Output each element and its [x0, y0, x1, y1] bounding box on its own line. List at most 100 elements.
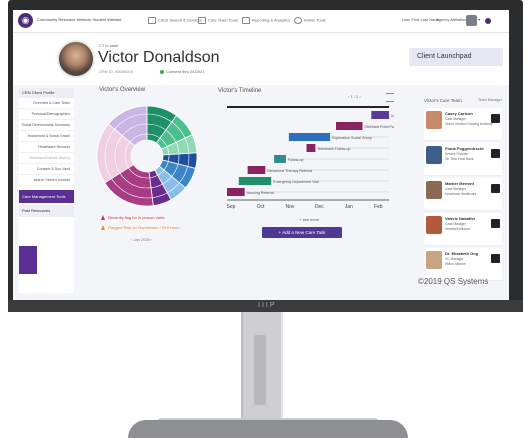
chevron-down-icon[interactable]: ▾	[478, 17, 480, 22]
message-icon[interactable]	[491, 114, 500, 123]
member-name: Casey Carlson	[445, 111, 473, 116]
search-icon	[148, 17, 156, 24]
warning-icon	[101, 225, 105, 231]
member-name: Dr. Elizabeth Ong	[445, 251, 479, 256]
nav-reporting[interactable]: Reporting & Analytics	[242, 17, 290, 24]
pie-center	[131, 140, 163, 172]
timeline-event-bar[interactable]	[306, 144, 316, 152]
sidebar-item-healthcare[interactable]: Healthcare Records	[19, 142, 74, 153]
timeline-event-label: Exploration Social Group	[332, 136, 372, 140]
member-avatar	[426, 146, 442, 164]
sidebar-item-search-records[interactable]: search Victor's records	[19, 175, 74, 186]
timeline-event-bar[interactable]	[238, 177, 272, 185]
add-care-task-button[interactable]: + Add a New Care Task	[262, 227, 342, 238]
sidebar-item-social-determinants[interactable]: Social Determinants Summary	[19, 120, 74, 131]
warning-icon	[101, 215, 105, 221]
alert-depression-risk[interactable]: Flagged Risk for Depression / Self Harm	[101, 225, 180, 231]
care-team-member[interactable]: Valerie Nadaffer Case Manager Heartwell Al…	[424, 213, 502, 246]
member-name: Marker Merrent	[445, 181, 474, 186]
client-launchpad-button[interactable]: Client Launchpad	[409, 48, 503, 66]
timeline-event-label: Outreach Food Pantry Visit	[364, 125, 394, 129]
timeline-month-label: Oct	[257, 204, 265, 210]
care-team-member[interactable]: Casey Carlson Case Manager Grand Junction …	[424, 108, 502, 141]
user-name[interactable]: User First Last Name	[402, 17, 440, 22]
care-team-manage-link[interactable]: Team Manager	[478, 98, 502, 102]
monitor-stand-slot	[254, 335, 266, 405]
status-dot-icon	[160, 69, 164, 74]
timeline-event-label: Telehealth Follow-up	[317, 147, 350, 151]
message-icon[interactable]	[491, 184, 500, 193]
sidebar-item-overview[interactable]: Overview & Care Team	[19, 98, 74, 109]
org-name: Community Resource Network Student Websi…	[37, 17, 122, 22]
member-org: Wilton Alliance	[445, 262, 466, 266]
care-team-panel: Victor's Care Team Team Manager Casey Ca…	[424, 98, 506, 281]
member-org: Grand Junction Housing Authority	[445, 122, 493, 126]
message-icon[interactable]	[491, 149, 500, 158]
member-role: GC Manager	[445, 257, 464, 261]
timeline-title: Victor's Timeline	[218, 88, 262, 94]
sidebar-item-personal[interactable]: Personal/Demographics	[19, 109, 74, 120]
alert-in-person-visit[interactable]: Recently flag for in person visits	[101, 215, 164, 221]
overview-pie-chart	[96, 105, 198, 207]
message-icon[interactable]	[491, 254, 500, 263]
timeline-month-label: Feb	[374, 204, 383, 210]
timeline-event-bar[interactable]	[335, 122, 363, 130]
timeline-pager[interactable]: ‹ 1 / 2 ›	[348, 94, 361, 99]
member-org: Uniontown Healthcare	[445, 192, 477, 196]
consent-status: Consent thru 04/2021	[160, 69, 204, 74]
timeline-month-label: Nov	[285, 204, 294, 210]
calendar-icon	[198, 17, 206, 24]
sidebar-care-management-tools[interactable]: Care Management Tools	[19, 190, 74, 203]
client-profile-sidebar: CRN Client Profile Overview & Care Team …	[19, 88, 74, 293]
agency-affiliation[interactable]: Agency Affiliation	[436, 17, 466, 22]
org-logo-icon[interactable]: ◉	[18, 13, 33, 28]
chart-icon	[242, 17, 250, 24]
timeline-event-label: Follow-up	[288, 158, 304, 162]
client-id: CRN ID: 00000003	[99, 69, 133, 74]
sidebar-item-behavioral[interactable]: Behavioral Health History	[19, 153, 74, 164]
timeline-header-bar	[227, 106, 389, 108]
timeline-event-bar[interactable]	[227, 188, 245, 196]
sidebar-item-household[interactable]: Household & Social Graph	[19, 131, 74, 142]
member-avatar	[426, 111, 442, 129]
overview-pager[interactable]: ‹ Jan 2020 ›	[131, 237, 152, 242]
member-name: Valerie Nadaffer	[445, 216, 476, 221]
nav-care-team-tools[interactable]: Care Team Tools	[198, 17, 238, 24]
timeline-event-label: Emergency Department Visit	[273, 180, 319, 184]
timeline-month-label: Jan	[345, 204, 353, 210]
care-team-member[interactable]: Frank Fuggendrecht Service Provider On Tim…	[424, 143, 502, 176]
member-avatar	[426, 251, 442, 269]
sidebar-accent-block	[19, 246, 37, 274]
message-icon[interactable]	[491, 219, 500, 228]
member-role: Service Provider	[445, 152, 469, 156]
member-avatar	[426, 181, 442, 199]
client-avatar	[57, 40, 95, 78]
member-role: Case Manager	[445, 117, 466, 121]
timeline-event-bar[interactable]	[288, 133, 331, 141]
timeline-month-label: Dec	[315, 204, 324, 210]
top-navigation-bar: ◉ Community Resource Network Student Web…	[13, 10, 509, 33]
timeline-event-label: Instructor Appointment	[391, 114, 394, 118]
client-ct-label: CT in state	[99, 43, 119, 48]
nav-client-search[interactable]: Client Search & Services	[148, 17, 202, 24]
gear-icon	[294, 17, 302, 24]
notification-icon[interactable]	[485, 18, 491, 24]
timeline-event-bar[interactable]	[274, 155, 286, 163]
user-avatar[interactable]	[466, 15, 477, 26]
timeline-see-more-link[interactable]: + see more	[299, 217, 319, 222]
sidebar-item-consent[interactable]: Consent & Doc Vault	[19, 164, 74, 175]
timeline-event-bar[interactable]	[371, 111, 389, 119]
sidebar-heading: CRN Client Profile	[19, 88, 74, 98]
client-header: CT in state Victor Donaldson CRN ID: 000…	[13, 33, 509, 85]
member-avatar	[426, 216, 442, 234]
timeline-month-label: Sep	[227, 204, 236, 210]
member-role: Case Manager	[445, 187, 466, 191]
care-team-member[interactable]: Marker Merrent Case Manager Uniontown Heal…	[424, 178, 502, 211]
nav-admin-tools[interactable]: Admin Tools	[294, 17, 326, 24]
timeline-event-label: Behavioral Therapy Referral	[267, 169, 312, 173]
sidebar-past-resources[interactable]: Past Resources	[19, 205, 74, 217]
timeline-event-bar[interactable]	[247, 166, 266, 174]
app-screen: ◉ Community Resource Network Student Web…	[13, 10, 509, 300]
timeline-chart: Instructor Appointment Outreach Food Pant…	[227, 106, 394, 210]
monitor-brand-mark: IIIP	[258, 302, 277, 309]
